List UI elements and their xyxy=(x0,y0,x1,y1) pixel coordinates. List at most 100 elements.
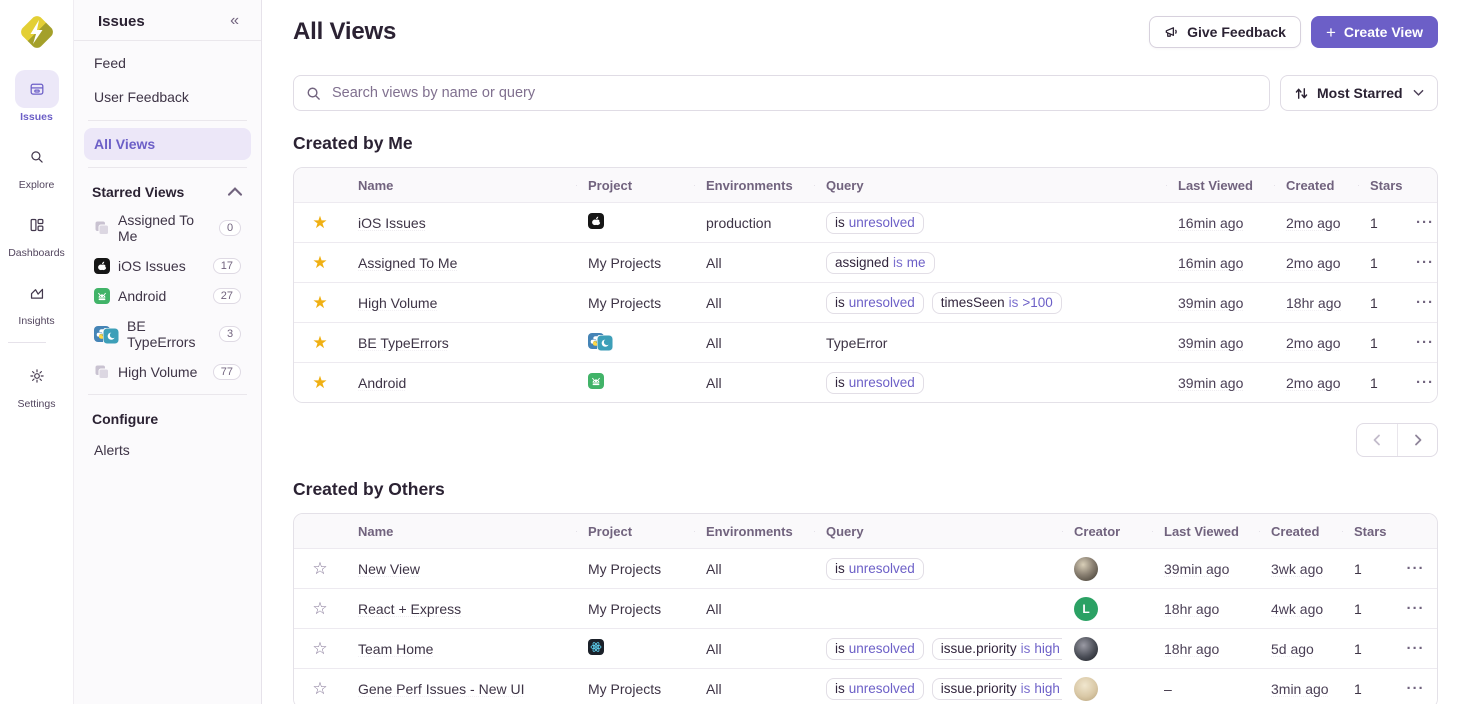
search-input[interactable] xyxy=(330,84,1257,102)
query-filter-chip: issue.priorityishigh xyxy=(932,638,1062,660)
environments-cell: All xyxy=(694,295,814,311)
view-name-link[interactable]: New View xyxy=(358,561,420,577)
sidebar-item-feed[interactable]: Feed xyxy=(84,47,251,79)
table-row: ☆React + ExpressMy ProjectsAllL18hr ago4… xyxy=(294,588,1437,628)
star-toggle[interactable]: ☆ xyxy=(294,680,346,697)
table-header-row: NameProjectEnvironmentsQueryLast ViewedC… xyxy=(294,168,1437,202)
rail-item-dashboards[interactable]: Dashboards xyxy=(8,206,65,259)
views-table: NameProjectEnvironmentsQueryCreatorLast … xyxy=(293,513,1438,704)
star-toggle[interactable]: ☆ xyxy=(294,600,346,617)
table-row: ☆Team HomeAllisunresolvedissue.priorityi… xyxy=(294,628,1437,668)
query-token: is xyxy=(1021,681,1031,696)
chevron-up-icon[interactable] xyxy=(227,184,243,200)
star-toggle[interactable]: ★ xyxy=(294,214,346,231)
sidebar-item-all-views[interactable]: All Views xyxy=(84,128,251,160)
column-header-stars[interactable]: Stars xyxy=(1358,178,1404,193)
table-header-row: NameProjectEnvironmentsQueryCreatorLast … xyxy=(294,514,1437,548)
settings-icon xyxy=(29,368,45,384)
column-header-stars[interactable]: Stars xyxy=(1342,524,1388,539)
sort-dropdown-button[interactable]: Most Starred xyxy=(1280,75,1438,111)
star-toggle[interactable]: ★ xyxy=(294,334,346,351)
starred-view-high-volume[interactable]: High Volume77 xyxy=(84,357,251,387)
view-name-link[interactable]: BE TypeErrors xyxy=(358,335,449,351)
view-name-link[interactable]: Android xyxy=(358,375,406,391)
avatar: L xyxy=(1074,597,1098,621)
last-viewed-cell: 39min ago xyxy=(1166,375,1274,391)
column-header-project[interactable]: Project xyxy=(576,524,694,539)
sentry-logo-icon[interactable] xyxy=(15,10,59,54)
view-name-link[interactable]: Gene Perf Issues - New UI xyxy=(358,681,525,697)
row-menu-button[interactable]: ··· xyxy=(1404,374,1437,391)
starred-view-assigned-to-me[interactable]: Assigned To Me0 xyxy=(84,205,251,251)
rail-item-settings[interactable]: Settings xyxy=(8,357,65,410)
row-menu-button[interactable]: ··· xyxy=(1404,254,1437,271)
give-feedback-button[interactable]: Give Feedback xyxy=(1149,16,1301,48)
project-icons xyxy=(588,213,604,229)
secondary-sidebar: Issues « FeedUser FeedbackAll ViewsStarr… xyxy=(73,0,262,704)
divider xyxy=(88,394,247,395)
rail-item-label: Settings xyxy=(18,398,56,410)
column-header-query[interactable]: Query xyxy=(814,178,1166,193)
column-header-last-viewed[interactable]: Last Viewed xyxy=(1152,524,1259,539)
column-header-creator[interactable]: Creator xyxy=(1062,524,1152,539)
row-menu-button[interactable]: ··· xyxy=(1388,600,1437,617)
view-name-link[interactable]: High Volume xyxy=(358,295,437,311)
row-menu-button[interactable]: ··· xyxy=(1404,294,1437,311)
starred-view-android[interactable]: Android27 xyxy=(84,281,251,311)
stars-cell: 1 xyxy=(1342,561,1388,577)
column-header-environments[interactable]: Environments xyxy=(694,524,814,539)
previous-page-button[interactable] xyxy=(1357,424,1397,456)
project-icon-pair xyxy=(94,326,119,342)
header-actions: Give Feedback + Create View xyxy=(1149,16,1438,48)
column-header-project[interactable]: Project xyxy=(576,178,694,193)
column-header-name[interactable]: Name xyxy=(346,524,576,539)
project-cell xyxy=(576,333,694,352)
avatar xyxy=(1074,677,1098,701)
query-token: high xyxy=(1034,641,1060,656)
megaphone-icon xyxy=(1164,25,1179,40)
project-teal-crescent-icon xyxy=(597,335,613,351)
row-menu-button[interactable]: ··· xyxy=(1388,560,1437,577)
apple-icon xyxy=(94,258,110,274)
create-view-button[interactable]: + Create View xyxy=(1311,16,1438,48)
star-toggle[interactable]: ★ xyxy=(294,294,346,311)
collapse-sidebar-icon[interactable]: « xyxy=(230,12,253,30)
sidebar-item-user-feedback[interactable]: User Feedback xyxy=(84,81,251,113)
view-name-link[interactable]: iOS Issues xyxy=(358,215,426,231)
row-menu-button[interactable]: ··· xyxy=(1388,680,1437,697)
sidebar-item-alerts[interactable]: Alerts xyxy=(84,434,251,466)
rail-item-insights[interactable]: Insights xyxy=(8,274,65,327)
query-filter-chip: isunresolved xyxy=(826,678,924,700)
sidebar-header: Issues « xyxy=(74,0,261,41)
row-menu-button[interactable]: ··· xyxy=(1404,214,1437,231)
starred-view-be-typeerrors[interactable]: BE TypeErrors3 xyxy=(84,311,251,357)
column-header-query[interactable]: Query xyxy=(814,524,1062,539)
view-name-link[interactable]: Team Home xyxy=(358,641,433,657)
search-box[interactable] xyxy=(293,75,1270,111)
view-name-link[interactable]: React + Express xyxy=(358,601,461,617)
row-menu-button[interactable]: ··· xyxy=(1404,334,1437,351)
column-header-created[interactable]: Created xyxy=(1274,178,1358,193)
created-time: 2mo ago xyxy=(1286,215,1340,231)
star-toggle[interactable]: ★ xyxy=(294,254,346,271)
column-header-created[interactable]: Created xyxy=(1259,524,1342,539)
row-menu-button[interactable]: ··· xyxy=(1388,640,1437,657)
column-header-last-viewed[interactable]: Last Viewed xyxy=(1166,178,1274,193)
star-toggle[interactable]: ☆ xyxy=(294,560,346,577)
stacked-projects-icon xyxy=(94,364,110,380)
last-viewed-cell: 39min ago xyxy=(1152,561,1259,577)
created-time: 3wk ago xyxy=(1271,561,1323,577)
column-header-name[interactable]: Name xyxy=(346,178,576,193)
column-header-environments[interactable]: Environments xyxy=(694,178,814,193)
view-name-link[interactable]: Assigned To Me xyxy=(358,255,457,271)
rail-divider xyxy=(8,342,46,343)
star-toggle[interactable]: ★ xyxy=(294,374,346,391)
rail-item-issues[interactable]: Issues xyxy=(8,70,65,123)
query-filter-chip: isunresolved xyxy=(826,292,924,314)
starred-view-ios-issues[interactable]: iOS Issues17 xyxy=(84,251,251,281)
rail-item-explore[interactable]: Explore xyxy=(8,138,65,191)
query-token: unresolved xyxy=(849,375,915,390)
star-toggle[interactable]: ☆ xyxy=(294,640,346,657)
next-page-button[interactable] xyxy=(1397,424,1437,456)
environments-cell: All xyxy=(694,601,814,617)
